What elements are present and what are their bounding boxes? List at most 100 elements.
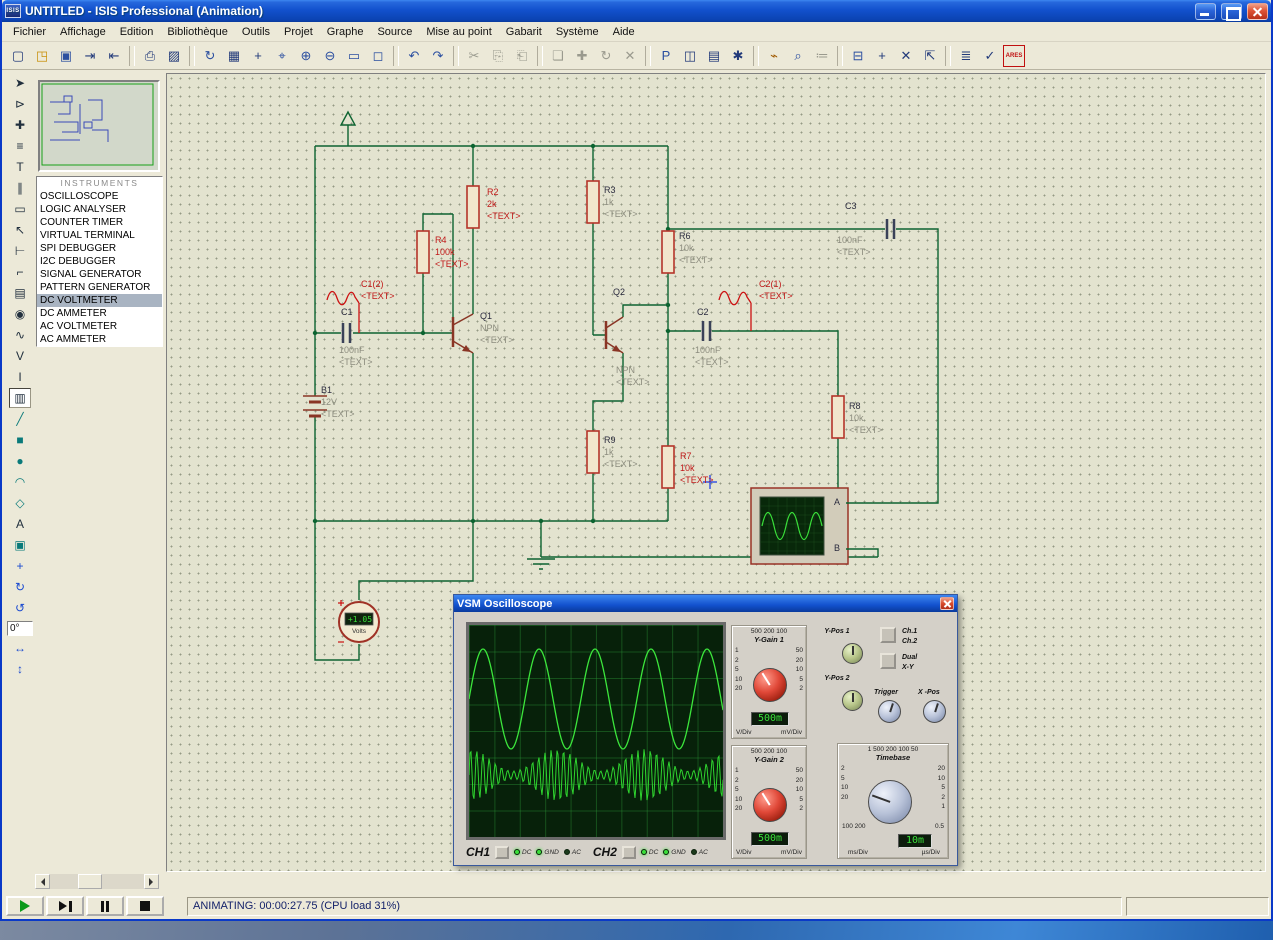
play-button[interactable] <box>6 896 44 916</box>
zoom-area-button[interactable]: ◻ <box>367 45 389 67</box>
import-section-button[interactable]: ⇥ <box>79 45 101 67</box>
2d-line-mode-button[interactable]: ╱ <box>9 409 31 429</box>
tape-recorder-mode-button[interactable]: ◉ <box>9 304 31 324</box>
minimize-button[interactable] <box>1195 3 1216 20</box>
instrument-item-logic-analyser[interactable]: LOGIC ANALYSER <box>37 203 162 216</box>
instrument-item-dc-ammeter[interactable]: DC AMMETER <box>37 307 162 320</box>
device-pins-mode-button[interactable]: ⌐ <box>9 262 31 282</box>
ch1-coupling-button[interactable] <box>495 846 509 859</box>
schematic-canvas[interactable]: R22k<TEXT>R4100k<TEXT>R31k<TEXT>R610k<TE… <box>166 73 1266 872</box>
menu-graphe[interactable]: Graphe <box>320 24 371 40</box>
virtual-instruments-mode-button[interactable]: ▥ <box>9 388 31 408</box>
instrument-item-oscilloscope[interactable]: OSCILLOSCOPE <box>37 190 162 203</box>
design-explorer-button[interactable]: ⊟ <box>847 45 869 67</box>
pause-button[interactable] <box>86 896 124 916</box>
false-origin-button[interactable]: + <box>247 45 269 67</box>
print-button[interactable]: ⎙ <box>139 45 161 67</box>
copy-button[interactable]: ⎘ <box>487 45 509 67</box>
rotate-anticlockwise-button[interactable]: ↺ <box>9 598 31 618</box>
current-probe-mode-button[interactable]: I <box>9 367 31 387</box>
export-section-button[interactable]: ⇤ <box>103 45 125 67</box>
save-file-button[interactable]: ▣ <box>55 45 77 67</box>
rotate-block-button[interactable]: ↻ <box>595 45 617 67</box>
generator-probe-C2-1[interactable] <box>719 291 751 331</box>
ch2-gain-knob[interactable] <box>753 788 787 822</box>
scope-close-button[interactable] <box>940 597 954 610</box>
packaging-tool-button[interactable]: ▤ <box>703 45 725 67</box>
instrument-item-virtual-terminal[interactable]: VIRTUAL TERMINAL <box>37 229 162 242</box>
paste-button[interactable]: ⎗ <box>511 45 533 67</box>
make-device-button[interactable]: ◫ <box>679 45 701 67</box>
channel-select-button[interactable] <box>880 627 896 643</box>
cut-button[interactable]: ✂ <box>463 45 485 67</box>
menu-source[interactable]: Source <box>370 24 419 40</box>
xpos-knob[interactable] <box>923 700 946 723</box>
menu-outils[interactable]: Outils <box>235 24 277 40</box>
selection-mode-button[interactable]: ➤ <box>9 73 31 93</box>
move-block-button[interactable]: ✚ <box>571 45 593 67</box>
instrument-item-pattern-generator[interactable]: PATTERN GENERATOR <box>37 281 162 294</box>
new-sheet-button[interactable]: + <box>871 45 893 67</box>
scope-title-bar[interactable]: VSM Oscilloscope <box>454 595 957 612</box>
step-button[interactable] <box>46 896 84 916</box>
zoom-in-button[interactable]: ⊕ <box>295 45 317 67</box>
menu-mise-au-point[interactable]: Mise au point <box>419 24 498 40</box>
scrollbar-track[interactable] <box>50 874 144 889</box>
2d-text-mode-button[interactable]: A <box>9 514 31 534</box>
component-mode-button[interactable]: ⊳ <box>9 94 31 114</box>
rotation-angle-input[interactable]: 0° <box>7 621 33 636</box>
instant-edit-mode-button[interactable]: ↖ <box>9 220 31 240</box>
2d-symbol-mode-button[interactable]: ▣ <box>9 535 31 555</box>
graph-mode-button[interactable]: ▤ <box>9 283 31 303</box>
voltage-probe-mode-button[interactable]: V <box>9 346 31 366</box>
instrument-item-spi-debugger[interactable]: SPI DEBUGGER <box>37 242 162 255</box>
2d-marker-mode-button[interactable]: + <box>9 556 31 576</box>
new-file-button[interactable]: ▢ <box>7 45 29 67</box>
netlist-to-ares-button[interactable]: ARES <box>1003 45 1025 67</box>
transistors[interactable] <box>453 314 623 353</box>
2d-path-mode-button[interactable]: ◇ <box>9 493 31 513</box>
scrollbar-thumb[interactable] <box>78 874 102 889</box>
menu-fichier[interactable]: Fichier <box>6 24 53 40</box>
property-assignment-tool-button[interactable]: ≔ <box>811 45 833 67</box>
ypos1-knob[interactable] <box>842 643 863 664</box>
ch1-gain-knob[interactable] <box>753 668 787 702</box>
delete-block-button[interactable]: ✕ <box>619 45 641 67</box>
undo-button[interactable]: ↶ <box>403 45 425 67</box>
inter-sheet-terminal-mode-button[interactable]: ⊢ <box>9 241 31 261</box>
menu-gabarit[interactable]: Gabarit <box>499 24 549 40</box>
2d-arc-mode-button[interactable]: ◠ <box>9 472 31 492</box>
electrical-rule-check-button[interactable]: ✓ <box>979 45 1001 67</box>
toggle-grid-button[interactable]: ▦ <box>223 45 245 67</box>
instrument-item-i2c-debugger[interactable]: I2C DEBUGGER <box>37 255 162 268</box>
2d-circle-mode-button[interactable]: ● <box>9 451 31 471</box>
instrument-item-ac-voltmeter[interactable]: AC VOLTMETER <box>37 320 162 333</box>
open-file-button[interactable]: ◳ <box>31 45 53 67</box>
overview-minimap[interactable] <box>38 80 160 172</box>
remove-sheet-button[interactable]: ✕ <box>895 45 917 67</box>
wire-autorouter-button[interactable]: ⌁ <box>763 45 785 67</box>
instrument-item-counter-timer[interactable]: COUNTER TIMER <box>37 216 162 229</box>
scroll-left-button[interactable] <box>35 874 50 889</box>
copy-block-button[interactable]: ❏ <box>547 45 569 67</box>
instrument-item-signal-generator[interactable]: SIGNAL GENERATOR <box>37 268 162 281</box>
dual-xy-button[interactable] <box>880 653 896 669</box>
junction-dot-mode-button[interactable]: ✚ <box>9 115 31 135</box>
wire-label-mode-button[interactable]: ≡ <box>9 136 31 156</box>
zoom-out-button[interactable]: ⊖ <box>319 45 341 67</box>
redraw-display-button[interactable]: ↻ <box>199 45 221 67</box>
menu-biblioth-que[interactable]: Bibliothèque <box>160 24 235 40</box>
timebase-knob[interactable] <box>868 780 912 824</box>
close-button[interactable] <box>1247 3 1268 20</box>
ypos2-knob[interactable] <box>842 690 863 711</box>
decompose-button[interactable]: ✱ <box>727 45 749 67</box>
center-at-cursor-button[interactable]: ⌖ <box>271 45 293 67</box>
menu-aide[interactable]: Aide <box>606 24 642 40</box>
trigger-knob[interactable] <box>878 700 901 723</box>
menu-edition[interactable]: Edition <box>113 24 161 40</box>
buses-mode-button[interactable]: ∥ <box>9 178 31 198</box>
pick-device-button[interactable]: P <box>655 45 677 67</box>
maximize-button[interactable] <box>1221 3 1242 20</box>
x-mirror-button[interactable]: ↔ <box>9 638 31 658</box>
ch2-coupling-button[interactable] <box>622 846 636 859</box>
